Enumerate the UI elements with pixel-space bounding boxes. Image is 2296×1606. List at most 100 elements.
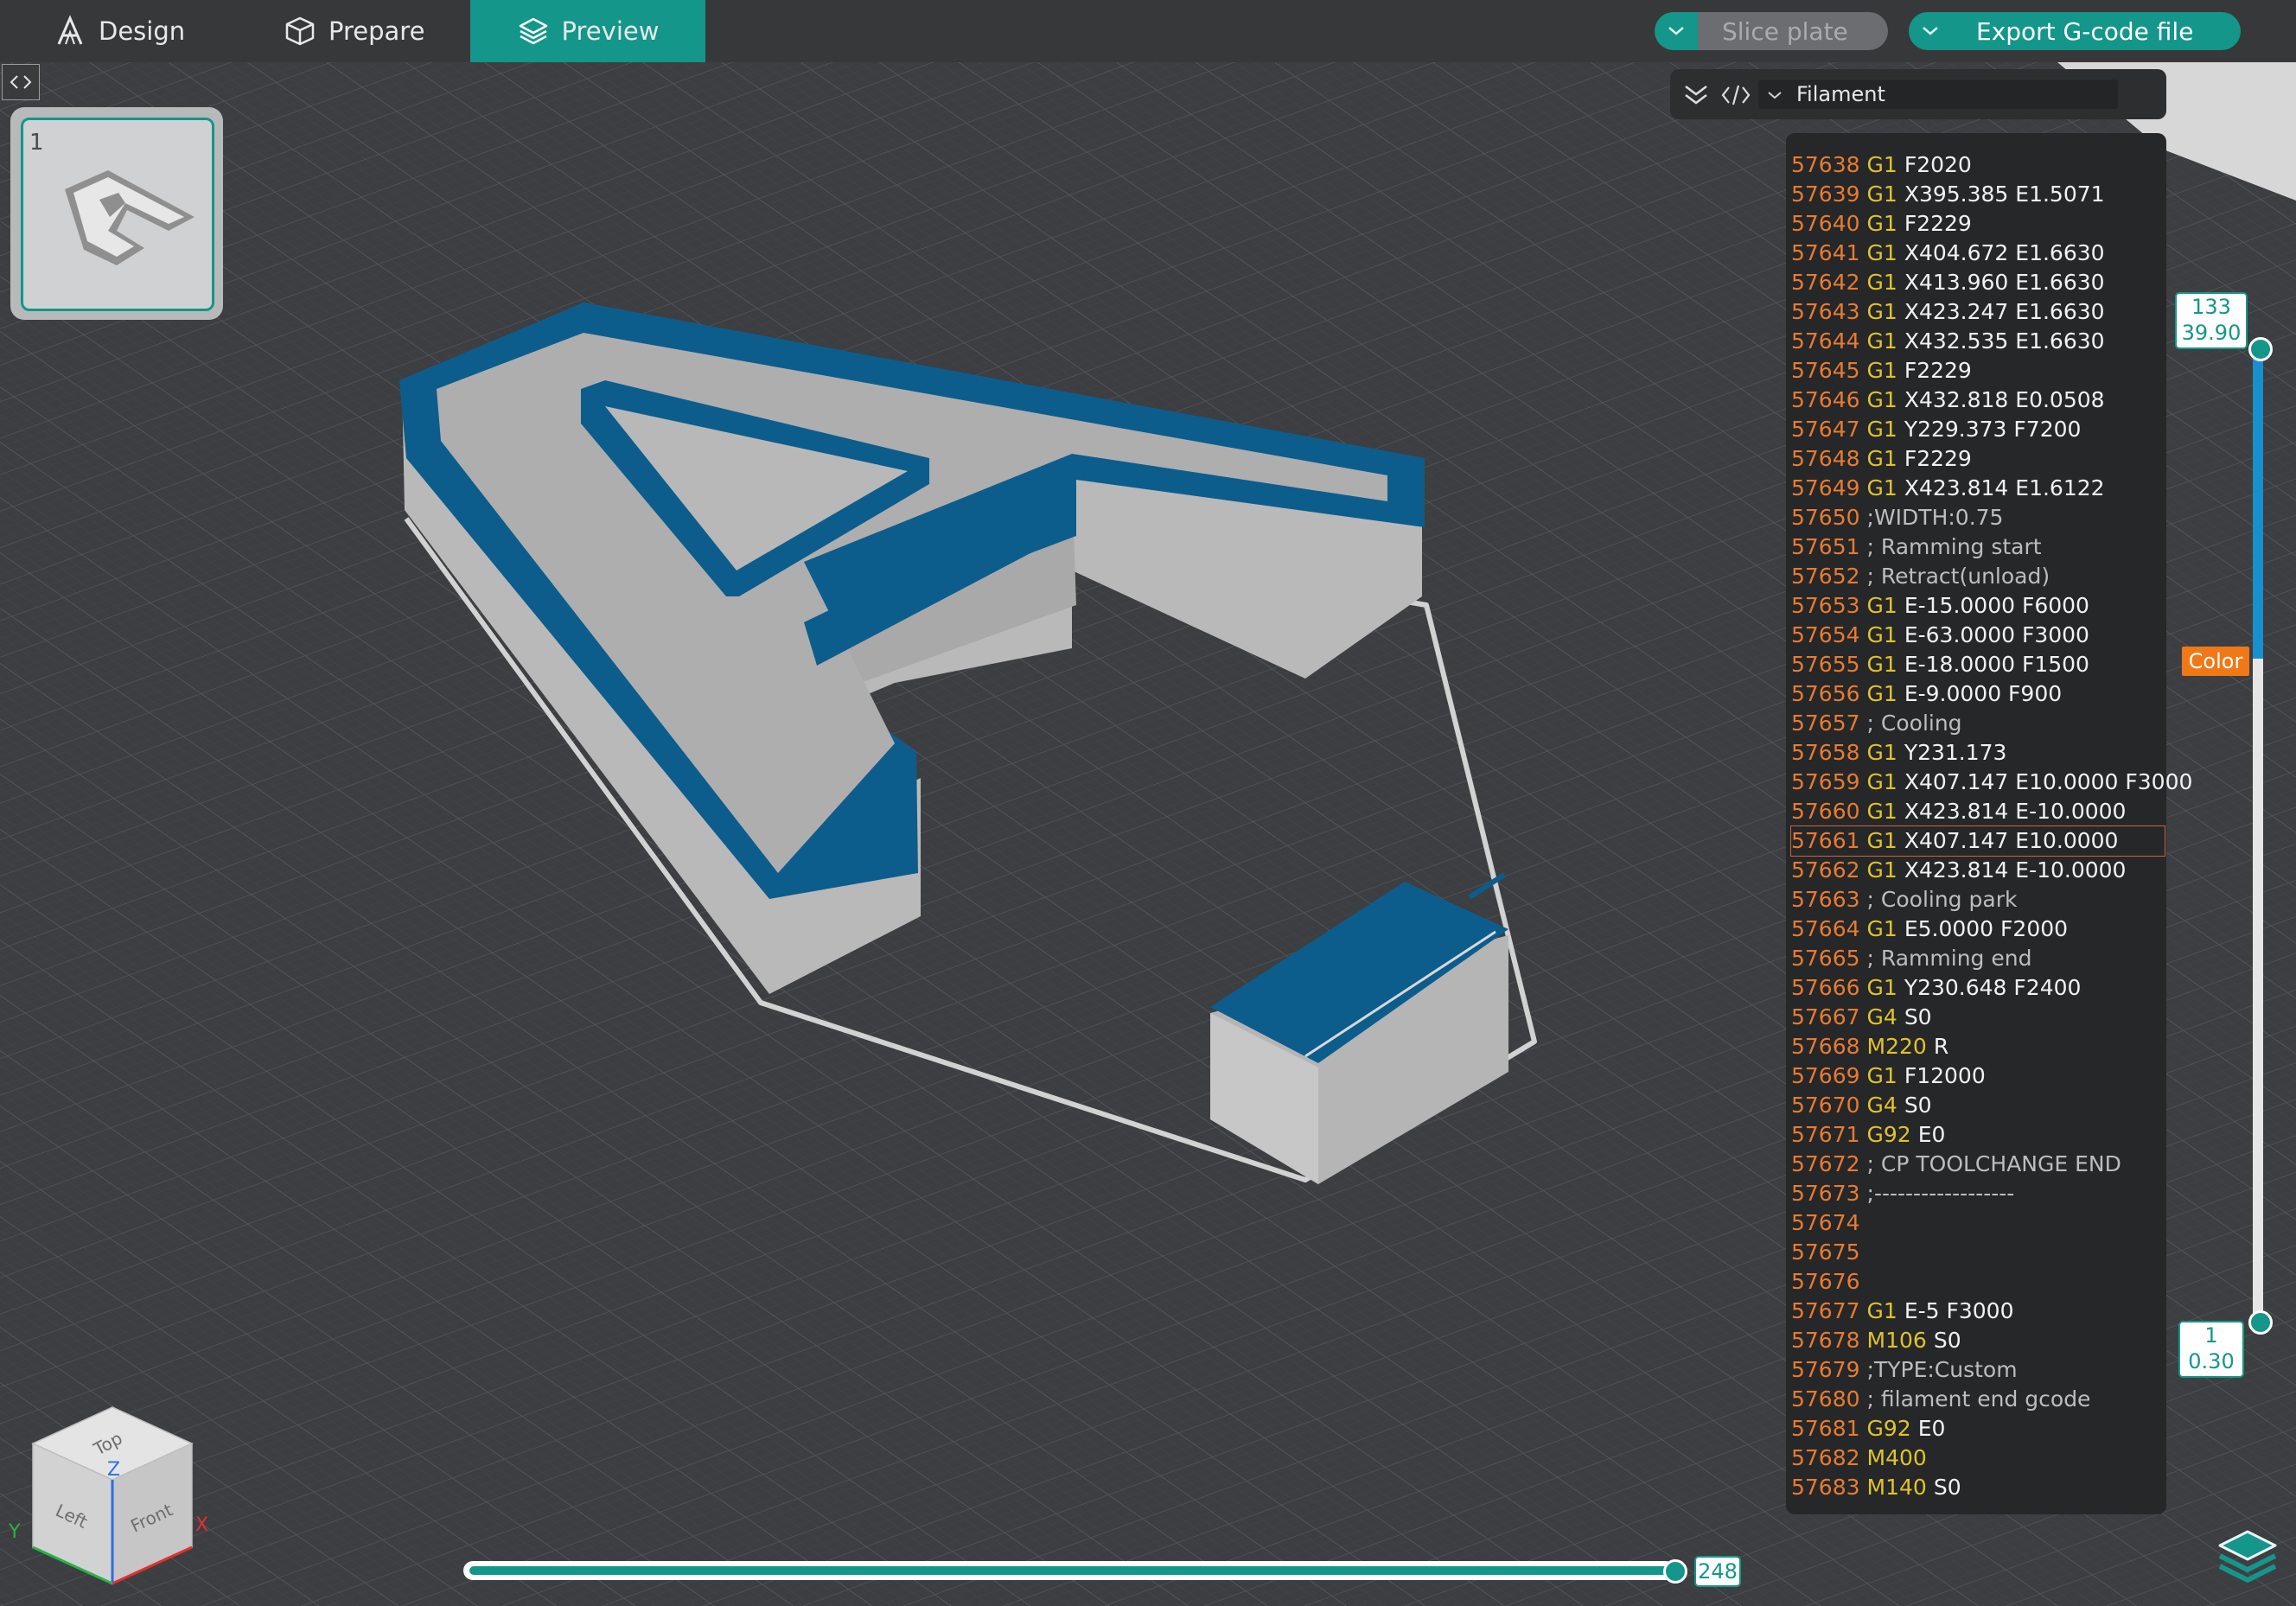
gcode-line[interactable]: 57679 ;TYPE:Custom <box>1791 1355 2165 1385</box>
gcode-line-number: 57660 <box>1791 799 1860 824</box>
layer-slider-top-handle[interactable] <box>2248 337 2273 361</box>
gcode-command: G92 <box>1866 1416 1911 1441</box>
top-layer-label: 133 39.90 <box>2175 292 2248 349</box>
gcode-line[interactable]: 57667 G4 S0 <box>1791 1003 2165 1032</box>
gcode-line-number: 57662 <box>1791 857 1860 883</box>
gcode-line[interactable]: 57671 G92 E0 <box>1791 1120 2165 1150</box>
export-dropdown-button[interactable] <box>1909 12 1952 50</box>
view-type-select[interactable]: Filament <box>1758 80 2118 109</box>
tab-design-label: Design <box>99 16 186 46</box>
gcode-line[interactable]: 57647 G1 Y229.373 F7200 <box>1791 415 2165 444</box>
gcode-line[interactable]: 57641 G1 X404.672 E1.6630 <box>1791 239 2165 268</box>
gcode-panel[interactable]: 57638 G1 F2020 57639 G1 X395.385 E1.5071 57640… <box>1786 133 2192 1514</box>
gcode-line[interactable]: 57659 G1 X407.147 E10.0000 F3000 <box>1791 768 2192 797</box>
axis-z-label: Z <box>107 1459 121 1481</box>
tab-prepare[interactable]: Prepare <box>284 0 424 62</box>
gcode-line-number: 57672 <box>1791 1151 1860 1176</box>
gcode-line-number: 57670 <box>1791 1093 1860 1118</box>
gcode-line[interactable]: 57665; Ramming end <box>1791 944 2165 973</box>
gcode-line-number: 57655 <box>1791 652 1860 677</box>
gcode-line[interactable]: 57645 G1 F2229 <box>1791 356 2165 386</box>
gcode-args: F2020 <box>1904 152 1972 177</box>
move-slider-handle[interactable] <box>1663 1559 1687 1584</box>
gcode-line[interactable]: 57674 <box>1791 1208 2165 1238</box>
gcode-line-number: 57645 <box>1791 358 1860 383</box>
gcode-command: M106 <box>1866 1328 1927 1353</box>
gcode-line-number: 57656 <box>1791 681 1860 706</box>
gcode-comment: ; CP TOOLCHANGE END <box>1866 1151 2121 1176</box>
layer-slider-bottom-handle[interactable] <box>2248 1310 2273 1335</box>
layers-toggle-icon[interactable] <box>2216 1526 2279 1587</box>
gcode-comment: ; Ramming end <box>1866 946 2032 971</box>
gcode-line[interactable]: 57678 M106 S0 <box>1791 1326 2165 1355</box>
gcode-args: Y229.373 F7200 <box>1904 417 2082 442</box>
slice-dropdown-button[interactable] <box>1655 12 1698 50</box>
gcode-line[interactable]: 57681 G92 E0 <box>1791 1414 2165 1443</box>
gcode-line[interactable]: 57673 ;------------------ <box>1791 1179 2165 1208</box>
gcode-line-number: 57644 <box>1791 328 1860 354</box>
gcode-line[interactable]: 57649 G1 X423.814 E1.6122 <box>1791 474 2165 503</box>
gcode-line[interactable]: 57683 M140 S0 <box>1791 1473 2165 1502</box>
gcode-line[interactable]: 57638 G1 F2020 <box>1791 150 2165 180</box>
gcode-line[interactable]: 57661 G1 X407.147 E10.0000 <box>1790 825 2165 857</box>
design-logo-icon <box>57 15 83 45</box>
gcode-args: E-5 F3000 <box>1904 1298 2014 1323</box>
gcode-line[interactable]: 57643 G1 X423.247 E1.6630 <box>1791 297 2165 327</box>
gcode-line-number: 57650 <box>1791 505 1860 530</box>
gcode-line[interactable]: 57660 G1 X423.814 E-10.0000 <box>1791 797 2165 826</box>
gcode-line[interactable]: 57646 G1 X432.818 E0.0508 <box>1791 386 2165 415</box>
gcode-line[interactable]: 57653 G1 E-15.0000 F6000 <box>1791 591 2165 621</box>
plate-list-toggle[interactable] <box>2 64 40 100</box>
gcode-viewer-header: Filament <box>1670 69 2166 119</box>
tab-preview-label: Preview <box>561 16 660 46</box>
chevron-down-icon <box>1923 27 1938 35</box>
gcode-command: G1 <box>1866 681 1897 706</box>
gcode-command: G1 <box>1866 769 1897 794</box>
gcode-line[interactable]: 57639 G1 X395.385 E1.5071 <box>1791 180 2165 209</box>
tab-preview[interactable]: Preview <box>470 0 705 62</box>
code-icon[interactable] <box>1720 83 1751 107</box>
gcode-line[interactable]: 57648 G1 F2229 <box>1791 444 2165 474</box>
gcode-args: Y231.173 <box>1904 740 2007 765</box>
gcode-line[interactable]: 57656 G1 E-9.0000 F900 <box>1791 679 2165 709</box>
gcode-line[interactable]: 57640 G1 F2229 <box>1791 209 2165 239</box>
export-gcode-button[interactable]: Export G-code file <box>1952 12 2241 50</box>
gcode-line[interactable]: 57672; CP TOOLCHANGE END <box>1791 1150 2165 1179</box>
gcode-line[interactable]: 57663; Cooling park <box>1791 885 2165 915</box>
gcode-line[interactable]: 57664 G1 E5.0000 F2000 <box>1791 915 2165 944</box>
gcode-line[interactable]: 57670 G4 S0 <box>1791 1091 2165 1120</box>
gcode-line[interactable]: 57651; Ramming start <box>1791 532 2165 562</box>
gcode-args: X407.147 E10.0000 F3000 <box>1904 769 2193 794</box>
gcode-line[interactable]: 57676 <box>1791 1267 2165 1297</box>
gcode-command: M400 <box>1866 1445 1927 1470</box>
gcode-args: S0 <box>1904 1093 1932 1118</box>
gcode-line[interactable]: 57668 M220 R <box>1791 1032 2165 1061</box>
gcode-command: G1 <box>1866 1298 1897 1323</box>
gcode-line[interactable]: 57657; Cooling <box>1791 709 2165 738</box>
gcode-line[interactable]: 57666 G1 Y230.648 F2400 <box>1791 973 2165 1003</box>
gcode-line-number: 57647 <box>1791 417 1860 442</box>
gcode-line[interactable]: 57682 M400 <box>1791 1443 2165 1473</box>
gcode-line[interactable]: 57644 G1 X432.535 E1.6630 <box>1791 327 2165 356</box>
gcode-line[interactable]: 57652; Retract(unload) <box>1791 562 2165 591</box>
gcode-command: G1 <box>1866 475 1897 500</box>
collapse-down-icon[interactable] <box>1682 83 1710 107</box>
gcode-line[interactable]: 57677 G1 E-5 F3000 <box>1791 1297 2165 1326</box>
gcode-line[interactable]: 57658 G1 Y231.173 <box>1791 738 2165 768</box>
gcode-line[interactable]: 57655 G1 E-18.0000 F1500 <box>1791 650 2165 679</box>
gcode-line-number: 57653 <box>1791 593 1860 618</box>
gcode-line[interactable]: 57669 G1 F12000 <box>1791 1061 2165 1091</box>
gcode-line[interactable]: 57650 ;WIDTH:0.75 <box>1791 503 2165 532</box>
gcode-args: S0 <box>1933 1475 1961 1500</box>
gcode-line[interactable]: 57680; filament end gcode <box>1791 1385 2165 1414</box>
gcode-list: 57638 G1 F2020 57639 G1 X395.385 E1.5071 57640… <box>1790 150 2192 1502</box>
gcode-line[interactable]: 57654 G1 E-63.0000 F3000 <box>1791 621 2165 650</box>
slice-plate-button[interactable]: Slice plate <box>1698 12 1888 50</box>
export-group: Export G-code file <box>1909 12 2241 50</box>
gcode-command: G1 <box>1866 182 1897 207</box>
color-change-badge[interactable]: Color <box>2182 647 2249 676</box>
gcode-line[interactable]: 57675 <box>1791 1238 2165 1267</box>
gcode-line[interactable]: 57642 G1 X413.960 E1.6630 <box>1791 268 2165 297</box>
tab-design[interactable]: Design <box>54 0 185 62</box>
gcode-line[interactable]: 57662 G1 X423.814 E-10.0000 <box>1791 856 2165 885</box>
